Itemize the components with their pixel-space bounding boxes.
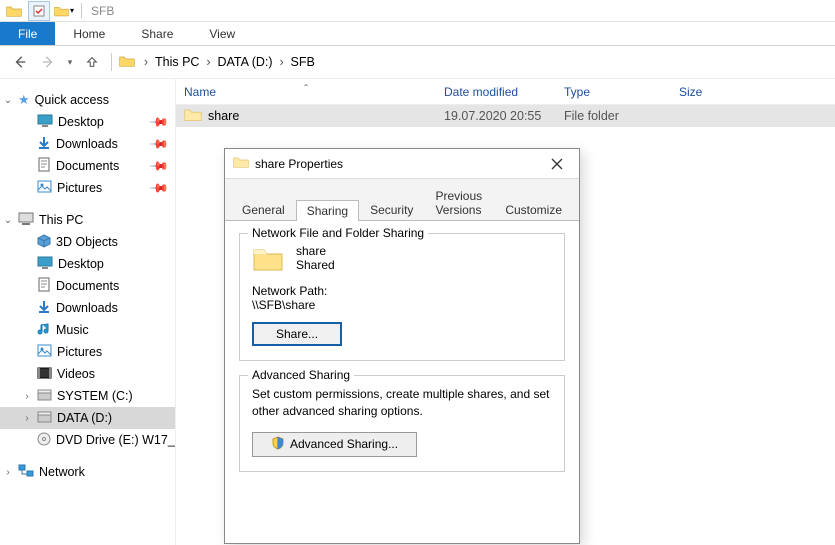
network-path-value: \\SFB\share bbox=[252, 298, 552, 312]
breadcrumb-folder-icon bbox=[119, 54, 135, 71]
desktop-icon bbox=[37, 256, 53, 272]
breadcrumb-drive[interactable]: DATA (D:) bbox=[215, 53, 274, 71]
tree-documents-pc[interactable]: Documents bbox=[0, 275, 175, 297]
network-path-label: Network Path: bbox=[252, 284, 552, 298]
group-advanced-sharing: Advanced Sharing Set custom permissions,… bbox=[239, 375, 565, 472]
nav-tree: ⌄★Quick access Desktop📌 Downloads📌 Docum… bbox=[0, 79, 175, 545]
chevron-right-icon[interactable]: › bbox=[141, 55, 151, 69]
share-name: share bbox=[296, 244, 335, 258]
col-date[interactable]: Date modified bbox=[436, 85, 556, 99]
tab-sharing[interactable]: Sharing bbox=[296, 200, 359, 221]
file-name: share bbox=[208, 109, 239, 123]
close-button[interactable] bbox=[543, 153, 571, 175]
advanced-sharing-text: Set custom permissions, create multiple … bbox=[252, 386, 552, 420]
folder-icon bbox=[184, 107, 202, 125]
video-icon bbox=[37, 367, 52, 382]
properties-dialog: share Properties General Sharing Securit… bbox=[224, 148, 580, 544]
folder-icon bbox=[233, 155, 249, 172]
qat-folder-icon[interactable] bbox=[3, 1, 25, 21]
nav-bar: ▾ › This PC › DATA (D:) › SFB bbox=[0, 46, 835, 79]
drive-icon bbox=[37, 411, 52, 426]
dialog-titlebar[interactable]: share Properties bbox=[225, 149, 579, 179]
nav-back-button[interactable] bbox=[8, 50, 32, 74]
tab-security[interactable]: Security bbox=[359, 199, 424, 220]
disc-icon bbox=[37, 432, 51, 449]
tab-general[interactable]: General bbox=[231, 199, 296, 220]
nav-forward-button[interactable] bbox=[36, 50, 60, 74]
document-icon bbox=[37, 157, 51, 175]
file-date: 19.07.2020 20:55 bbox=[436, 109, 556, 123]
tree-music[interactable]: Music bbox=[0, 319, 175, 341]
tree-desktop-pc[interactable]: Desktop bbox=[0, 253, 175, 275]
tree-this-pc[interactable]: ⌄This PC bbox=[0, 209, 175, 231]
shield-icon bbox=[271, 436, 285, 453]
col-size[interactable]: Size bbox=[671, 85, 741, 99]
column-headers: Name⌃ Date modified Type Size bbox=[176, 79, 835, 105]
tree-documents[interactable]: Documents📌 bbox=[0, 155, 175, 177]
download-icon bbox=[37, 300, 51, 317]
tree-system-drive[interactable]: ›SYSTEM (C:) bbox=[0, 385, 175, 407]
tree-downloads-pc[interactable]: Downloads bbox=[0, 297, 175, 319]
qat-dropdown-icon[interactable]: ▾ bbox=[53, 1, 75, 21]
drive-icon bbox=[37, 389, 52, 404]
music-icon bbox=[37, 322, 51, 339]
tree-quick-access[interactable]: ⌄★Quick access bbox=[0, 89, 175, 111]
breadcrumb[interactable]: › This PC › DATA (D:) › SFB bbox=[119, 53, 317, 71]
pc-icon bbox=[18, 212, 34, 229]
tree-3d-objects[interactable]: 3D Objects bbox=[0, 231, 175, 253]
tab-previous-versions[interactable]: Previous Versions bbox=[424, 185, 494, 220]
pin-icon: 📌 bbox=[148, 155, 170, 177]
tree-dvd-drive[interactable]: DVD Drive (E:) W17_ bbox=[0, 429, 175, 451]
tree-videos[interactable]: Videos bbox=[0, 363, 175, 385]
tab-share[interactable]: Share bbox=[123, 22, 191, 45]
tree-desktop[interactable]: Desktop📌 bbox=[0, 111, 175, 133]
tree-pictures-pc[interactable]: Pictures bbox=[0, 341, 175, 363]
file-row[interactable]: share 19.07.2020 20:55 File folder bbox=[176, 105, 835, 127]
dialog-title: share Properties bbox=[255, 157, 543, 171]
tab-home[interactable]: Home bbox=[55, 22, 123, 45]
chevron-right-icon[interactable]: › bbox=[203, 55, 213, 69]
pin-icon: 📌 bbox=[148, 133, 170, 155]
file-type: File folder bbox=[556, 109, 671, 123]
document-icon bbox=[37, 277, 51, 295]
tree-network[interactable]: ›Network bbox=[0, 461, 175, 483]
tab-customize[interactable]: Customize bbox=[494, 199, 573, 220]
pin-icon: 📌 bbox=[148, 111, 170, 133]
desktop-icon bbox=[37, 114, 53, 130]
breadcrumb-this-pc[interactable]: This PC bbox=[153, 53, 201, 71]
sort-indicator-icon: ⌃ bbox=[303, 83, 310, 92]
tab-file[interactable]: File bbox=[0, 22, 55, 45]
chevron-right-icon[interactable]: › bbox=[277, 55, 287, 69]
qat-properties-icon[interactable] bbox=[28, 1, 50, 21]
share-button[interactable]: Share... bbox=[252, 322, 342, 346]
col-name[interactable]: Name⌃ bbox=[176, 85, 436, 99]
cube-icon bbox=[37, 234, 51, 251]
group-network-sharing: Network File and Folder Sharing share Sh… bbox=[239, 233, 565, 361]
picture-icon bbox=[37, 344, 52, 360]
col-type[interactable]: Type bbox=[556, 85, 671, 99]
nav-up-button[interactable] bbox=[80, 50, 104, 74]
star-icon: ★ bbox=[18, 92, 30, 108]
breadcrumb-folder[interactable]: SFB bbox=[289, 53, 317, 71]
download-icon bbox=[37, 136, 51, 153]
nav-recent-dropdown[interactable]: ▾ bbox=[64, 50, 76, 74]
ribbon-tabs: File Home Share View bbox=[0, 22, 835, 46]
group-title: Advanced Sharing bbox=[248, 368, 354, 382]
tree-downloads[interactable]: Downloads📌 bbox=[0, 133, 175, 155]
pin-icon: 📌 bbox=[148, 177, 170, 199]
big-folder-icon bbox=[252, 244, 284, 274]
window-titlebar: ▾ SFB bbox=[0, 0, 835, 22]
share-status: Shared bbox=[296, 258, 335, 272]
tree-pictures[interactable]: Pictures📌 bbox=[0, 177, 175, 199]
advanced-sharing-button[interactable]: Advanced Sharing... bbox=[252, 432, 417, 457]
dialog-tabs: General Sharing Security Previous Versio… bbox=[225, 179, 579, 220]
window-title: SFB bbox=[91, 4, 114, 18]
tree-data-drive[interactable]: ›DATA (D:) bbox=[0, 407, 175, 429]
picture-icon bbox=[37, 180, 52, 196]
group-title: Network File and Folder Sharing bbox=[248, 226, 428, 240]
network-icon bbox=[18, 464, 34, 480]
tab-view[interactable]: View bbox=[191, 22, 253, 45]
